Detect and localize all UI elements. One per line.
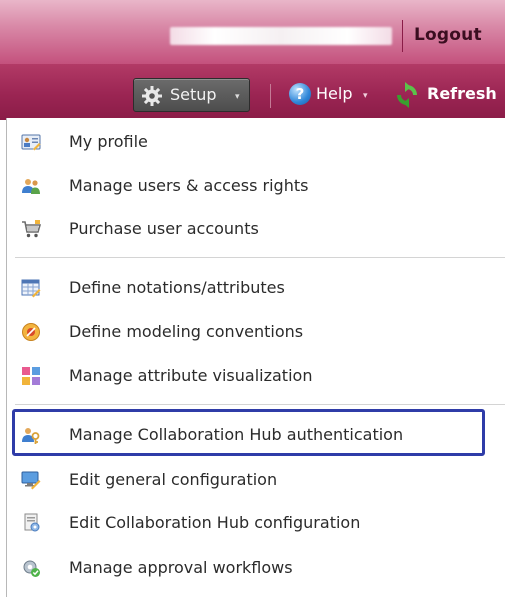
setup-dropdown-menu: My profile Manage users & access rights …: [6, 118, 505, 597]
refresh-label: Refresh: [427, 84, 497, 103]
menu-item-hub-configuration[interactable]: Edit Collaboration Hub configuration: [7, 503, 502, 543]
menu-item-label: Manage approval workflows: [69, 558, 293, 577]
menu-item-label: Manage attribute visualization: [69, 366, 313, 385]
cart-icon: [22, 220, 41, 238]
menu-item-hub-authentication[interactable]: Manage Collaboration Hub authentication: [7, 415, 502, 455]
menu-item-approval-workflows[interactable]: Manage approval workflows: [7, 548, 502, 588]
conventions-icon: [22, 323, 40, 341]
logout-link[interactable]: Logout: [414, 25, 482, 45]
setup-button[interactable]: Setup ▾: [133, 78, 250, 112]
users-icon: [22, 179, 40, 194]
help-question-icon: ?: [289, 83, 311, 105]
menu-divider: [15, 404, 505, 405]
refresh-icon: [397, 82, 417, 108]
menu-item-define-conventions[interactable]: Define modeling conventions: [7, 312, 502, 352]
menu-item-label: Edit general configuration: [69, 470, 278, 489]
chevron-down-icon: ▾: [363, 91, 368, 101]
hub-auth-icon: [22, 428, 40, 444]
menu-item-label: Define notations/attributes: [69, 278, 285, 297]
menu-item-general-configuration[interactable]: Edit general configuration: [7, 460, 502, 500]
table-edit-icon: [21, 279, 41, 298]
gear-icon: [142, 86, 162, 106]
user-name-redacted: [170, 27, 392, 45]
menu-item-define-notations[interactable]: Define notations/attributes: [7, 268, 502, 308]
menu-item-manage-users[interactable]: Manage users & access rights: [7, 166, 502, 206]
menu-item-label: Define modeling conventions: [69, 322, 304, 341]
menu-item-my-profile[interactable]: My profile: [7, 122, 502, 162]
menu-item-purchase-accounts[interactable]: Purchase user accounts: [7, 209, 502, 249]
monitor-edit-icon: [21, 471, 41, 490]
menu-item-label: Purchase user accounts: [69, 219, 259, 238]
menu-item-attribute-visualization[interactable]: Manage attribute visualization: [7, 356, 502, 396]
workflow-gear-icon: [23, 560, 40, 577]
menu-item-label: Manage Collaboration Hub authentication: [69, 425, 404, 444]
hub-config-icon: [24, 513, 40, 532]
toolbar-separator: [270, 84, 271, 108]
header-separator: [402, 20, 403, 52]
color-grid-icon: [22, 367, 40, 385]
menu-item-label: Manage users & access rights: [69, 176, 309, 195]
profile-card-icon: [21, 134, 41, 151]
chevron-down-icon: ▾: [235, 92, 240, 102]
menu-item-label: My profile: [69, 132, 148, 151]
help-label: Help: [316, 84, 353, 103]
menu-divider: [15, 257, 505, 258]
setup-label: Setup: [170, 85, 217, 104]
menu-item-label: Edit Collaboration Hub configuration: [69, 513, 361, 532]
